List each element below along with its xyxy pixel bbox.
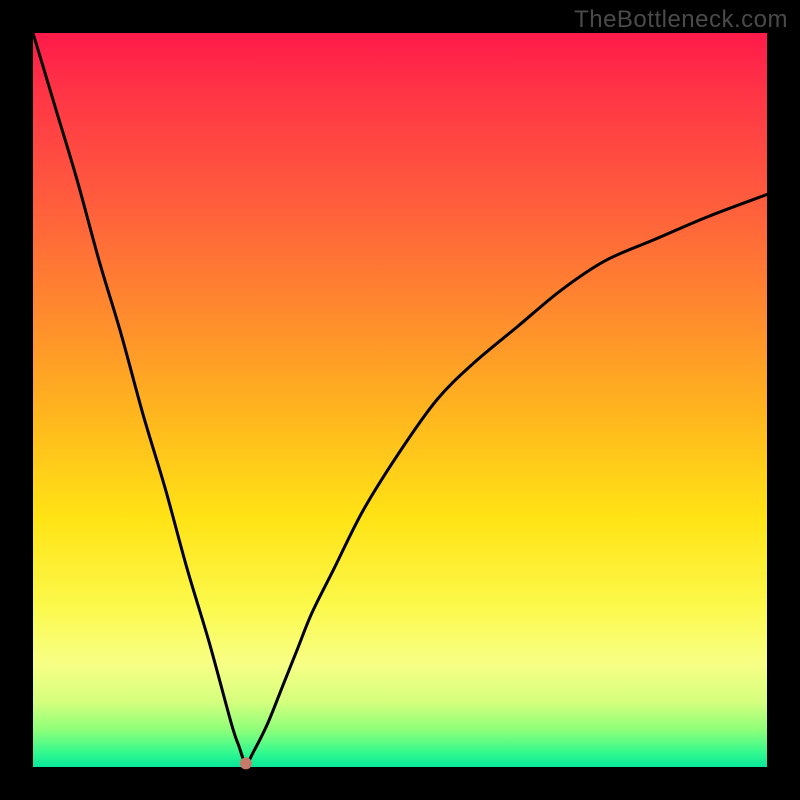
chart-frame: TheBottleneck.com (0, 0, 800, 800)
watermark-text: TheBottleneck.com (574, 6, 788, 34)
plot-gradient-background (33, 33, 767, 767)
